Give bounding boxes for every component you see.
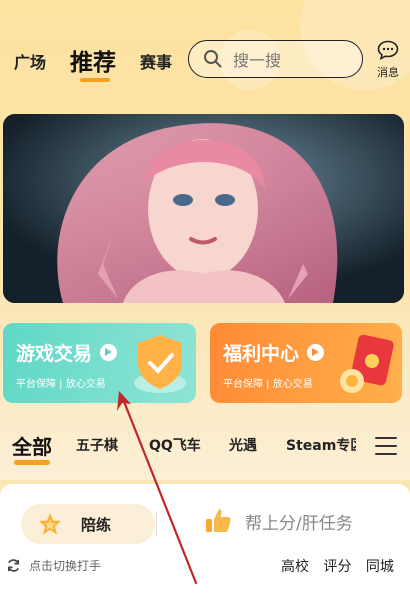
category-tab-steam[interactable]: Steam专区: [286, 435, 356, 455]
filter-rating[interactable]: 评分: [323, 559, 351, 575]
welfare-title: 福利中心: [223, 339, 325, 366]
category-tab-qq-speed[interactable]: QQ飞车: [149, 435, 201, 455]
star-icon: [39, 513, 61, 535]
switch-player-button[interactable]: 点击切换打手: [6, 557, 101, 574]
menu-icon[interactable]: [375, 437, 397, 455]
switch-player-label: 点击切换打手: [29, 559, 102, 573]
chat-bubble-icon: [377, 40, 399, 60]
game-trade-title-text: 游戏交易: [16, 343, 93, 365]
thumbs-up-icon: [206, 509, 231, 532]
peilian-label: 陪练: [81, 515, 112, 534]
game-trade-subtitle: 平台保障 | 放心交易: [16, 379, 106, 390]
tab-saishi[interactable]: 赛事: [140, 49, 172, 73]
service-panel: 陪练 帮上分/肝任务 点击切换打手 高校 评分 同城: [0, 484, 410, 609]
tab-tuijian[interactable]: 推荐: [70, 43, 116, 77]
welfare-card[interactable]: 福利中心 平台保障 | 放心交易: [210, 323, 402, 403]
search-input[interactable]: 搜一搜: [188, 40, 363, 78]
banner-illustration: [3, 114, 404, 303]
welfare-title-text: 福利中心: [223, 343, 300, 365]
filter-nearby[interactable]: 同城: [366, 559, 394, 575]
category-tab-gomoku[interactable]: 五子棋: [76, 435, 118, 455]
red-envelope-icon: [340, 334, 394, 393]
category-tab-all[interactable]: 全部: [12, 431, 52, 460]
filter-college[interactable]: 高校: [281, 559, 309, 575]
active-tab-indicator: [80, 78, 110, 82]
category-active-indicator: [14, 460, 50, 465]
header: 广场 推荐 赛事 搜一搜 消息: [0, 0, 410, 100]
filter-options: 高校 评分 同城: [281, 556, 404, 576]
help-task-button[interactable]: 帮上分/肝任务: [203, 506, 353, 536]
category-tabs: 全部 五子棋 QQ飞车 光遇 Steam专区: [0, 425, 410, 470]
tab-guangchang[interactable]: 广场: [14, 49, 46, 73]
search-icon: [204, 50, 222, 68]
search-placeholder: 搜一搜: [233, 51, 282, 70]
peilian-button[interactable]: 陪练: [21, 504, 155, 544]
message-button[interactable]: 消息: [372, 40, 404, 80]
banner-image[interactable]: [3, 114, 404, 303]
game-trade-card[interactable]: 游戏交易 平台保障 | 放心交易: [3, 323, 196, 403]
refresh-icon: [7, 559, 20, 572]
game-trade-title: 游戏交易: [16, 339, 118, 366]
help-task-label: 帮上分/肝任务: [245, 513, 353, 534]
chevron-right-icon: [307, 344, 325, 361]
message-label: 消息: [377, 66, 399, 79]
shield-icon: [134, 335, 186, 393]
category-tab-sky[interactable]: 光遇: [229, 435, 257, 455]
divider: [156, 512, 157, 536]
welfare-subtitle: 平台保障 | 放心交易: [223, 379, 313, 390]
chevron-right-icon: [100, 344, 118, 361]
